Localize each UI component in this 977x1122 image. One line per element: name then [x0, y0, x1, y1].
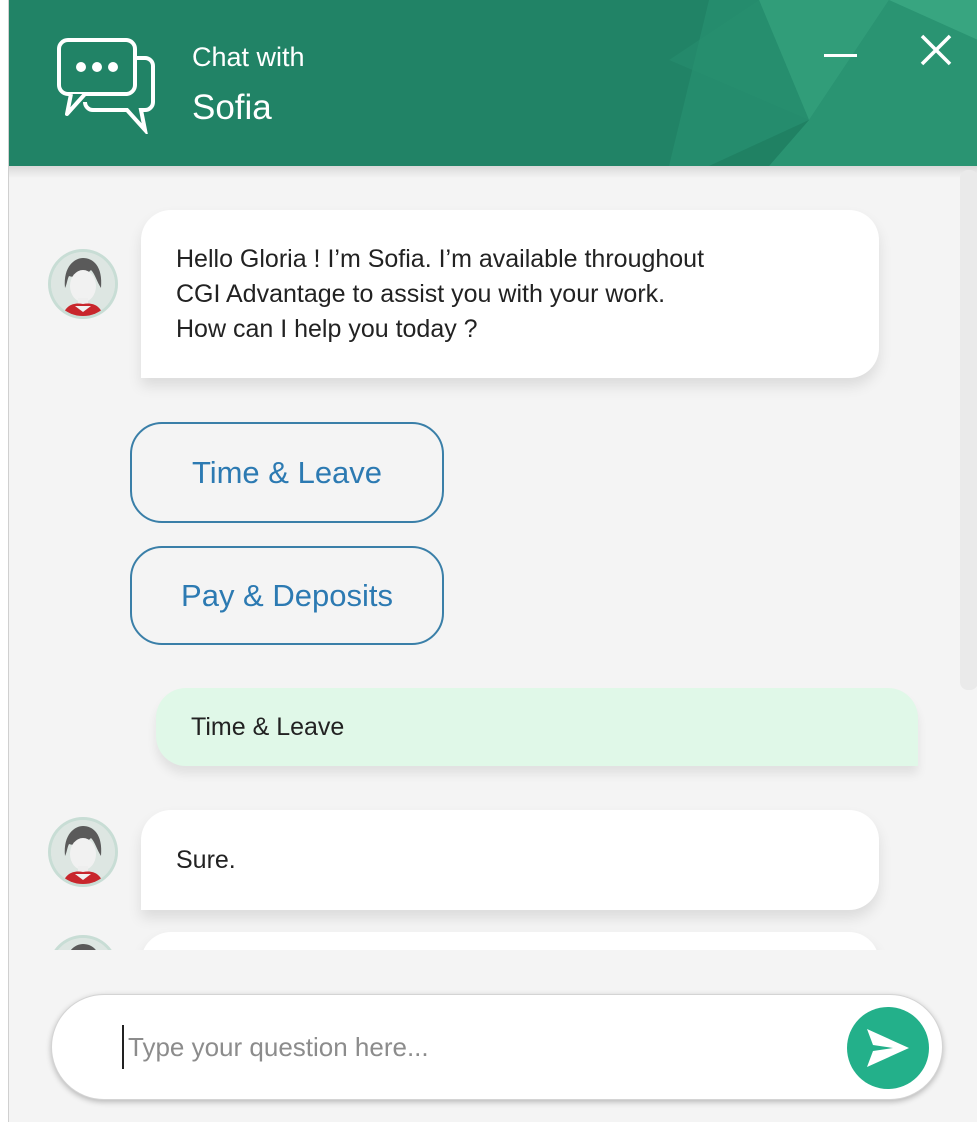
- close-icon[interactable]: [914, 28, 958, 72]
- bot-avatar: [51, 820, 115, 884]
- bot-avatar: [51, 252, 115, 316]
- question-input[interactable]: [122, 1025, 822, 1069]
- message-line: Hello Gloria ! I’m Sofia. I’m available …: [176, 245, 705, 273]
- send-button[interactable]: [847, 1007, 929, 1089]
- option-time-leave-button[interactable]: Time & Leave: [130, 422, 444, 523]
- avatar-image: [51, 252, 115, 316]
- option-pay-deposits-button[interactable]: Pay & Deposits: [130, 546, 444, 645]
- agent-name: Sofia: [192, 88, 272, 127]
- minimize-icon[interactable]: [821, 40, 861, 70]
- message-line: How can I help you today ?: [176, 315, 478, 343]
- user-message-bubble: Time & Leave: [156, 688, 918, 766]
- message-line: CGI Advantage to assist you with your wo…: [176, 280, 666, 308]
- chat-title-label: Chat with: [192, 42, 305, 72]
- chat-bubbles-icon: [57, 38, 155, 134]
- avatar-image: [58, 938, 108, 950]
- composer: [51, 994, 943, 1100]
- bot-message-bubble: Sure.: [141, 810, 879, 910]
- send-icon: [867, 1029, 909, 1067]
- chat-header: Chat with Sofia: [9, 0, 977, 166]
- chat-window: Chat with Sofia Hello Gloria ! I’m Sofia…: [8, 0, 977, 1122]
- bot-message-bubble-partial: [141, 932, 879, 950]
- message-list: Hello Gloria ! I’m Sofia. I’m available …: [9, 166, 977, 950]
- scrollbar[interactable]: [960, 170, 977, 690]
- avatar-image: [51, 820, 115, 884]
- bot-avatar: [51, 938, 115, 950]
- bot-message-bubble: Hello Gloria ! I’m Sofia. I’m available …: [141, 210, 879, 378]
